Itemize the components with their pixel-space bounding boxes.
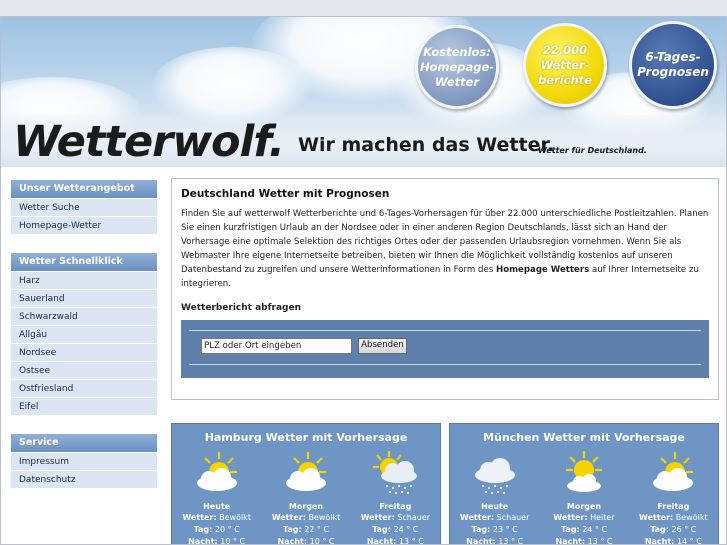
day-temp-line: Tag: 23 ° C [471,525,518,534]
condition-line: Wetter: Bewölkt [271,513,341,522]
night-temp-line: Nacht: 13 ° C [466,537,524,545]
sidebar: Unser Wetterangebot Wetter Suche Homepag… [11,180,157,507]
site-header: Kostenlos: Homepage- Wetter 22.000 Wette… [1,17,726,167]
sidebar-item-homepage-wetter[interactable]: Homepage-Wetter [11,216,157,234]
night-temp-line: Nacht: 14 ° C [644,537,702,545]
homepage-wetter-link[interactable]: Homepage Wetters [496,265,589,275]
day-name: Heute [481,502,509,511]
sidebar-group-angebot: Unser Wetterangebot Wetter Suche Homepag… [11,180,157,234]
search-input[interactable] [201,338,352,354]
sidebar-item-ostfriesland[interactable]: Ostfriesland [11,379,157,397]
day-temp-line: Tag: 24 ° C [372,525,419,534]
weather-panel-hamburg: Hamburg Wetter mit Vorhersage Heute Wett… [171,423,441,545]
condition-line: Wetter: Schauer [360,513,431,522]
panel-title[interactable]: Hamburg Wetter mit Vorhersage [172,431,440,444]
night-temp-line: Nacht: 13 ° C [555,537,613,545]
sidebar-group-service: Service Impressum Datenschutz [11,434,157,488]
sidebar-item-ostsee[interactable]: Ostsee [11,361,157,379]
forecast-days: Heute Wetter: Bewölkt Tag: 20 ° C Nacht:… [172,449,440,545]
night-temp-line: Nacht: 13 ° C [366,537,424,545]
divider [189,330,701,331]
forecast-day[interactable]: Morgen Wetter: Heiter Tag: 24 ° C Nacht:… [539,449,628,545]
partly-cloudy-icon [285,452,326,491]
shower-cloud-icon [474,458,515,494]
sidebar-group-schnellklick: Wetter Schnellklick Harz Sauerland Schwa… [11,253,157,415]
sidebar-item-sauerland[interactable]: Sauerland [11,289,157,307]
forecast-days: Heute Wetter: Schauer Tag: 23 ° C Nacht:… [450,449,718,545]
search-form: Absenden [181,320,709,378]
day-name: Freitag [379,502,412,511]
submit-button[interactable]: Absenden [358,338,407,354]
sidebar-item-allgaeu[interactable]: Allgäu [11,325,157,343]
page: Kostenlos: Homepage- Wetter 22.000 Wette… [0,16,727,545]
sidebar-heading: Wetter Schnellklick [11,253,157,271]
sidebar-heading: Unser Wetterangebot [11,180,157,198]
sidebar-item-nordsee[interactable]: Nordsee [11,343,157,361]
sun-shower-icon [373,451,418,494]
forecast-day[interactable]: Freitag Wetter: Bewölkt Tag: 26 ° C Nach… [629,449,718,545]
brand-logo[interactable]: Wetterwolf. [13,117,285,167]
panel-title[interactable]: München Wetter mit Vorhersage [450,431,718,444]
forecast-day[interactable]: Morgen Wetter: Bewölkt Tag: 22 ° C Nacht… [261,449,350,545]
partly-cloudy-icon [196,452,237,491]
night-temp-line: Nacht: 10 ° C [188,537,246,545]
weather-panel-muenchen: München Wetter mit Vorhersage Heute Wett… [449,423,719,545]
badge-prognosen[interactable]: 6-Tages- Prognosen [629,21,717,109]
forecast-day[interactable]: Heute Wetter: Bewölkt Tag: 20 ° C Nacht:… [172,449,261,545]
badge-wetterberichte[interactable]: 22.000 Wetter- berichte [523,23,607,107]
day-temp-line: Tag: 24 ° C [560,525,608,534]
forecast-day[interactable]: Freitag Wetter: Schauer Tag: 24 ° C Nach… [351,449,440,545]
sidebar-item-datenschutz[interactable]: Datenschutz [11,470,157,488]
day-name: Morgen [566,502,602,511]
brand-slogan: Wir machen das Wetter. [298,134,555,156]
sidebar-item-wetter-suche[interactable]: Wetter Suche [11,198,157,216]
intro-section: Deutschland Wetter mit Prognosen Finden … [171,178,719,400]
sidebar-item-harz[interactable]: Harz [11,271,157,289]
condition-line: Wetter: Bewölkt [639,513,708,522]
night-temp-line: Nacht: 10 ° C [277,537,335,545]
divider [189,364,701,365]
day-name: Heute [203,502,231,511]
brand-tagline: Wetter für Deutschland. [538,146,647,155]
sidebar-item-eifel[interactable]: Eifel [11,397,157,415]
sunny-cloud-icon [565,451,602,492]
sidebar-heading: Service [11,434,157,452]
day-name: Morgen [288,502,324,511]
day-temp-line: Tag: 26 ° C [650,525,697,534]
partly-cloudy-icon [653,452,694,491]
condition-line: Wetter: Schauer [459,513,530,522]
sidebar-item-schwarzwald[interactable]: Schwarzwald [11,307,157,325]
intro-text: Finden Sie auf wetterwolf Wetterberichte… [181,207,709,291]
badge-homepage-wetter[interactable]: Kostenlos: Homepage- Wetter [415,25,499,109]
sidebar-item-impressum[interactable]: Impressum [11,452,157,470]
search-form-title: Wetterbericht abfragen [181,303,302,313]
forecast-day[interactable]: Heute Wetter: Schauer Tag: 23 ° C Nacht:… [450,449,539,545]
condition-line: Wetter: Bewölkt [182,513,251,522]
condition-line: Wetter: Heiter [553,513,615,522]
day-name: Freitag [657,502,690,511]
day-temp-line: Tag: 22 ° C [282,525,330,534]
page-title: Deutschland Wetter mit Prognosen [181,188,390,200]
day-temp-line: Tag: 20 ° C [193,525,240,534]
